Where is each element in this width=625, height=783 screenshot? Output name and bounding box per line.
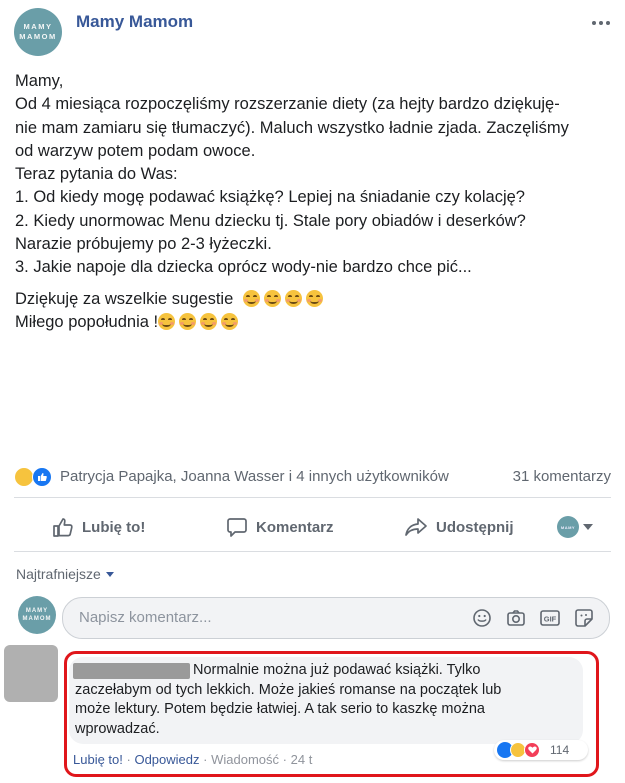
smiling-face-emoji-icon bbox=[263, 289, 281, 307]
haha-reaction-icon bbox=[14, 467, 34, 487]
page-avatar-small: MAMY bbox=[557, 516, 579, 538]
share-button[interactable]: Udostępnij bbox=[404, 511, 514, 543]
smiling-face-emoji-icon bbox=[221, 312, 239, 330]
smiling-face-emoji-icon bbox=[242, 289, 260, 307]
svg-text:GIF: GIF bbox=[544, 615, 557, 624]
post-line: od warzyw potem podam owoce. bbox=[15, 141, 256, 160]
post-line: Narazie próbujemy po 2-3 łyżeczki. bbox=[15, 235, 272, 254]
post-text: Mamy, Od 4 miesiąca rozpoczęliśmy rozsze… bbox=[15, 70, 615, 334]
post-line: Teraz pytania do Was: bbox=[15, 165, 178, 184]
sticker-icon[interactable] bbox=[573, 607, 595, 629]
post-actions: Lubię to! Komentarz Udostępnij MAMY bbox=[14, 505, 611, 549]
emoji-picker-icon[interactable] bbox=[471, 607, 493, 629]
avatar-text-top: MAMY bbox=[23, 22, 53, 31]
chevron-down-icon bbox=[583, 524, 593, 530]
divider bbox=[14, 497, 611, 498]
post-header: MAMY MAMOM Mamy Mamom bbox=[14, 8, 615, 58]
post-line: Od 4 miesiąca rozpoczęliśmy rozszerzanie… bbox=[15, 95, 560, 114]
smiling-face-emoji-icon bbox=[200, 312, 218, 330]
smiling-face-emoji-icon bbox=[284, 289, 302, 307]
post-line: nie mam zamiaru się tłumaczyć). Maluch w… bbox=[15, 118, 569, 137]
camera-icon[interactable] bbox=[505, 607, 527, 629]
post-line: 1. Od kiedy mogę podawać książkę? Lepiej… bbox=[15, 188, 525, 207]
comment-button-label: Komentarz bbox=[256, 518, 334, 536]
share-arrow-icon bbox=[404, 516, 428, 538]
reaction-names-link[interactable]: Patrycja Papajka, Joanna Wasser i 4 inny… bbox=[60, 468, 449, 485]
comment-sort-label: Najtrafniejsze bbox=[16, 566, 101, 582]
page-name-link[interactable]: Mamy Mamom bbox=[76, 12, 193, 32]
gif-icon[interactable]: GIF bbox=[539, 607, 561, 629]
composer-avatar-text-bottom: MAMOM bbox=[22, 616, 52, 622]
post-afternoon-line: Miłego popołudnia ! bbox=[15, 311, 615, 334]
comments-count-link[interactable]: 31 komentarzy bbox=[513, 468, 611, 485]
smiling-face-emoji-icon bbox=[305, 289, 323, 307]
comment-input[interactable] bbox=[63, 598, 459, 636]
post-line: 3. Jakie napoje dla dziecka oprócz wody-… bbox=[15, 258, 472, 277]
more-options-icon[interactable] bbox=[589, 12, 613, 34]
post-afternoon-text: Miłego popołudnia ! bbox=[15, 312, 159, 331]
comment-button[interactable]: Komentarz bbox=[226, 511, 334, 543]
divider bbox=[14, 551, 611, 552]
smiling-face-emoji-icon bbox=[158, 312, 176, 330]
smiling-face-emoji-icon bbox=[179, 312, 197, 330]
composer-tools: GIF bbox=[471, 607, 595, 629]
share-button-label: Udostępnij bbox=[436, 518, 514, 536]
red-highlight-annotation bbox=[64, 651, 599, 777]
composer-avatar-text-top: MAMY bbox=[25, 608, 49, 614]
mini-avatar-text: MAMY bbox=[560, 524, 576, 530]
reactions-summary: Patrycja Papajka, Joanna Wasser i 4 inny… bbox=[14, 462, 611, 492]
like-button[interactable]: Lubię to! bbox=[52, 511, 145, 543]
composer-avatar: MAMY MAMOM bbox=[18, 596, 56, 634]
like-reaction-icon bbox=[32, 467, 52, 487]
comment-composer: GIF bbox=[62, 597, 610, 639]
comment-sort-dropdown[interactable]: Najtrafniejsze bbox=[16, 566, 114, 582]
post-line: 2. Kiedy unormowac Menu dziecku tj. Stal… bbox=[15, 211, 526, 230]
reaction-icons[interactable] bbox=[14, 467, 54, 487]
thumbs-up-icon bbox=[52, 516, 74, 538]
post-thanks-line: Dziękuję za wszelkie sugestie bbox=[15, 288, 615, 311]
speech-bubble-icon bbox=[226, 516, 248, 538]
avatar-text-bottom: MAMOM bbox=[19, 32, 57, 41]
post-as-selector[interactable]: MAMY bbox=[557, 511, 593, 543]
post-thanks-text: Dziękuję za wszelkie sugestie bbox=[15, 289, 234, 308]
chevron-down-icon bbox=[105, 571, 114, 577]
commenter-avatar[interactable] bbox=[4, 645, 58, 702]
post-line: Mamy, bbox=[15, 72, 64, 90]
like-button-label: Lubię to! bbox=[82, 518, 146, 536]
page-avatar[interactable]: MAMY MAMOM bbox=[14, 8, 62, 56]
